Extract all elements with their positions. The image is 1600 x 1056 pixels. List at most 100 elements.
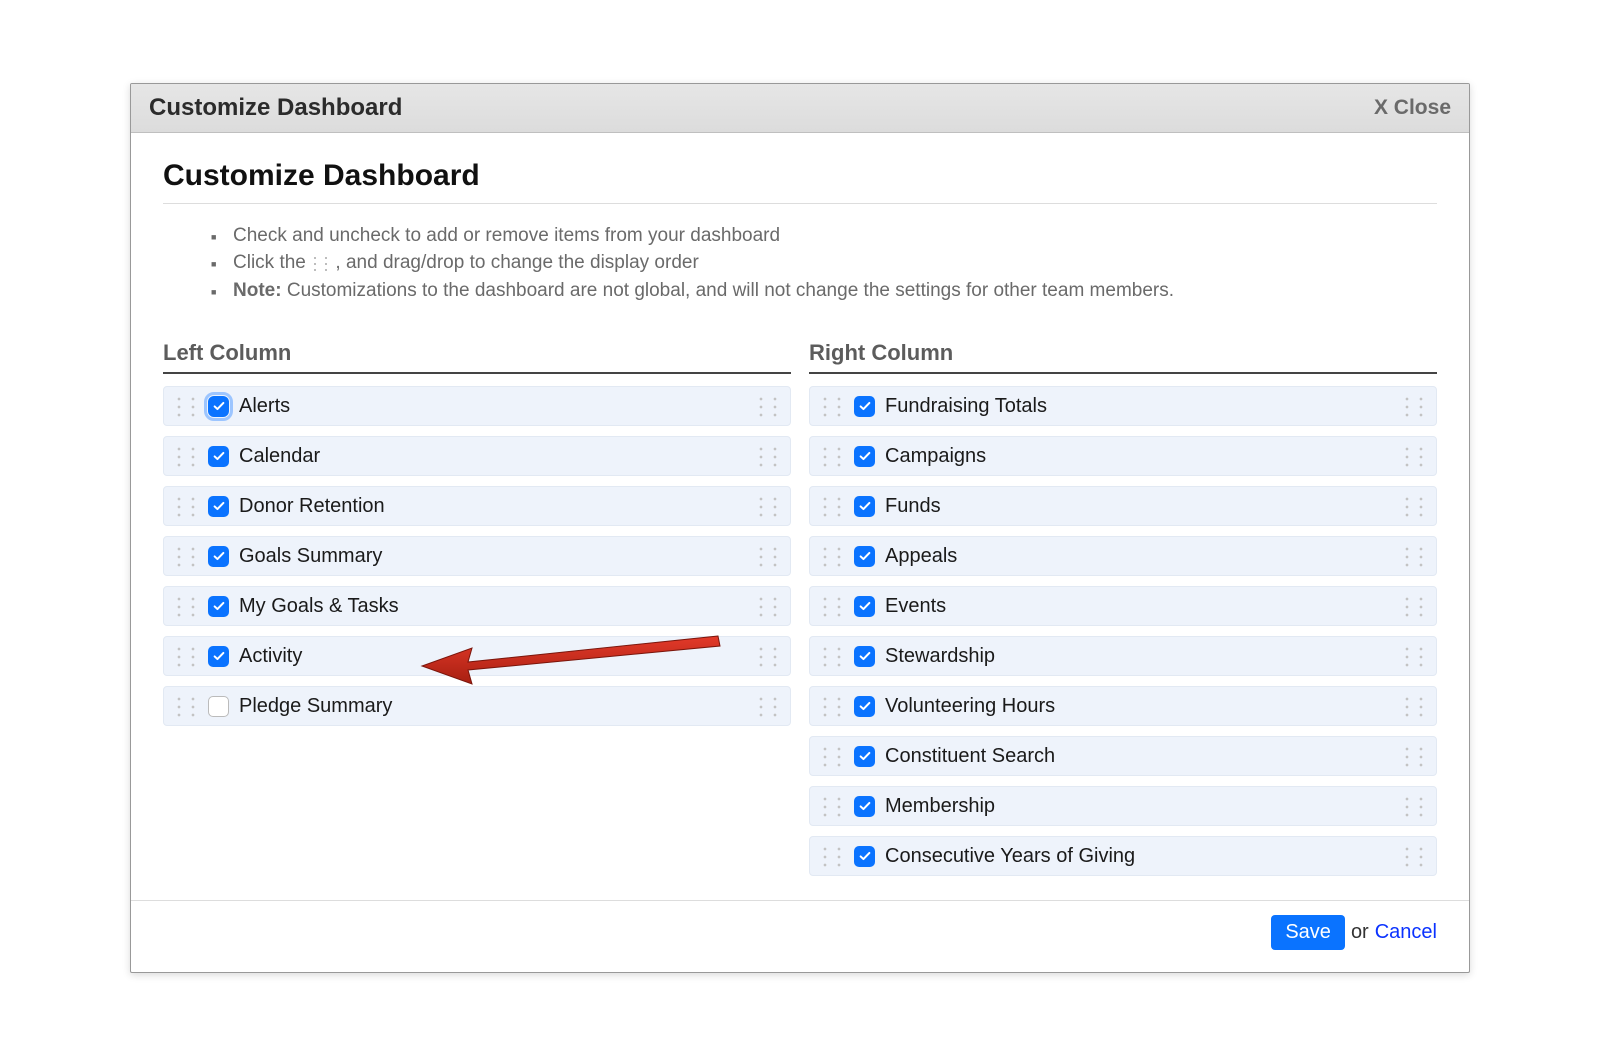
right-column: Right Column Fundraising Totals Campaigns…: [809, 340, 1437, 886]
checkbox[interactable]: [854, 846, 875, 867]
drag-handle-icon[interactable]: [1402, 793, 1426, 819]
drag-handle-icon[interactable]: [756, 593, 780, 619]
checkbox[interactable]: [208, 396, 229, 417]
drag-handle-icon[interactable]: [174, 593, 198, 619]
drag-handle-icon[interactable]: [174, 693, 198, 719]
row-label: Fundraising Totals: [885, 395, 1047, 418]
list-item[interactable]: Constituent Search: [809, 736, 1437, 776]
drag-handle-icon[interactable]: [174, 443, 198, 469]
drag-handle-icon[interactable]: [820, 693, 844, 719]
left-column: Left Column AlertsCalendarDonor Retentio…: [163, 340, 791, 886]
drag-handle-icon[interactable]: [820, 643, 844, 669]
checkbox[interactable]: [854, 696, 875, 717]
row-label: Activity: [239, 645, 302, 668]
drag-handle-icon[interactable]: [174, 543, 198, 569]
row-label: Alerts: [239, 395, 290, 418]
list-item[interactable]: Calendar: [163, 436, 791, 476]
list-item[interactable]: Pledge Summary: [163, 686, 791, 726]
drag-handle-icon[interactable]: [174, 393, 198, 419]
drag-handle-icon[interactable]: [1402, 543, 1426, 569]
instruction-text: , and drag/drop to change the display or…: [335, 252, 698, 273]
drag-handle-icon[interactable]: [820, 843, 844, 869]
row-label: Membership: [885, 795, 995, 818]
list-item[interactable]: Events: [809, 586, 1437, 626]
drag-handle-icon[interactable]: [1402, 593, 1426, 619]
checkbox[interactable]: [854, 446, 875, 467]
checkbox[interactable]: [208, 446, 229, 467]
checkbox[interactable]: [208, 646, 229, 667]
close-button[interactable]: X Close: [1374, 96, 1451, 120]
row-label: Volunteering Hours: [885, 695, 1055, 718]
drag-handle-icon[interactable]: [820, 543, 844, 569]
list-item[interactable]: Campaigns: [809, 436, 1437, 476]
row-label: Appeals: [885, 545, 957, 568]
drag-handle-icon[interactable]: [1402, 443, 1426, 469]
list-item[interactable]: Membership: [809, 786, 1437, 826]
checkbox[interactable]: [208, 546, 229, 567]
instruction-item: Check and uncheck to add or remove items…: [211, 222, 1437, 250]
checkbox[interactable]: [854, 546, 875, 567]
drag-handle-icon[interactable]: [820, 743, 844, 769]
checkbox[interactable]: [854, 396, 875, 417]
drag-handle-icon[interactable]: [756, 393, 780, 419]
drag-handle-icon[interactable]: [820, 493, 844, 519]
drag-handle-icon[interactable]: [1402, 493, 1426, 519]
checkbox[interactable]: [854, 496, 875, 517]
checkbox[interactable]: [854, 646, 875, 667]
drag-handle-icon[interactable]: [820, 793, 844, 819]
drag-handle-icon[interactable]: [174, 493, 198, 519]
drag-handle-icon[interactable]: [820, 393, 844, 419]
row-label: Constituent Search: [885, 745, 1055, 768]
list-item[interactable]: My Goals & Tasks: [163, 586, 791, 626]
instruction-item: Note: Customizations to the dashboard ar…: [211, 277, 1437, 305]
drag-handle-icon[interactable]: [820, 443, 844, 469]
dialog-header: Customize Dashboard X Close: [131, 84, 1469, 133]
drag-handle-icon[interactable]: [174, 643, 198, 669]
row-label: Pledge Summary: [239, 695, 392, 718]
list-item[interactable]: Activity: [163, 636, 791, 676]
page-title: Customize Dashboard: [163, 159, 1437, 204]
checkbox[interactable]: [208, 596, 229, 617]
note-label: Note:: [233, 280, 282, 301]
list-item[interactable]: Stewardship: [809, 636, 1437, 676]
instruction-item: Click the , and drag/drop to change the …: [211, 249, 1437, 277]
drag-handle-icon[interactable]: [1402, 393, 1426, 419]
row-label: Calendar: [239, 445, 320, 468]
checkbox[interactable]: [854, 596, 875, 617]
list-item[interactable]: Appeals: [809, 536, 1437, 576]
checkbox[interactable]: [208, 696, 229, 717]
drag-handle-icon[interactable]: [1402, 693, 1426, 719]
checkbox[interactable]: [208, 496, 229, 517]
row-label: Consecutive Years of Giving: [885, 845, 1135, 868]
list-item[interactable]: Funds: [809, 486, 1437, 526]
list-item[interactable]: Donor Retention: [163, 486, 791, 526]
drag-handle-icon[interactable]: [1402, 643, 1426, 669]
row-label: Donor Retention: [239, 495, 385, 518]
drag-handle-icon[interactable]: [756, 443, 780, 469]
checkbox[interactable]: [854, 746, 875, 767]
cancel-link[interactable]: Cancel: [1375, 921, 1437, 944]
left-column-list: Alerts Calendar Donor Retention Goals Summa…: [163, 386, 791, 726]
dialog-body: Customize Dashboard Check and uncheck to…: [131, 133, 1469, 887]
list-item[interactable]: Goals Summary: [163, 536, 791, 576]
right-column-title: Right Column: [809, 340, 1437, 374]
drag-handle-icon[interactable]: [756, 543, 780, 569]
drag-handle-icon[interactable]: [756, 643, 780, 669]
drag-handle-icon: [311, 254, 330, 273]
list-item[interactable]: Alerts: [163, 386, 791, 426]
drag-handle-icon[interactable]: [756, 693, 780, 719]
list-item[interactable]: Volunteering Hours: [809, 686, 1437, 726]
drag-handle-icon[interactable]: [820, 593, 844, 619]
row-label: My Goals & Tasks: [239, 595, 399, 618]
drag-handle-icon[interactable]: [1402, 743, 1426, 769]
checkbox[interactable]: [854, 796, 875, 817]
row-label: Stewardship: [885, 645, 995, 668]
save-button[interactable]: Save: [1271, 915, 1345, 950]
row-label: Goals Summary: [239, 545, 382, 568]
list-item[interactable]: Fundraising Totals: [809, 386, 1437, 426]
list-item[interactable]: Consecutive Years of Giving: [809, 836, 1437, 876]
drag-handle-icon[interactable]: [756, 493, 780, 519]
footer-orphan-text: or: [1351, 921, 1369, 944]
row-label: Events: [885, 595, 946, 618]
drag-handle-icon[interactable]: [1402, 843, 1426, 869]
